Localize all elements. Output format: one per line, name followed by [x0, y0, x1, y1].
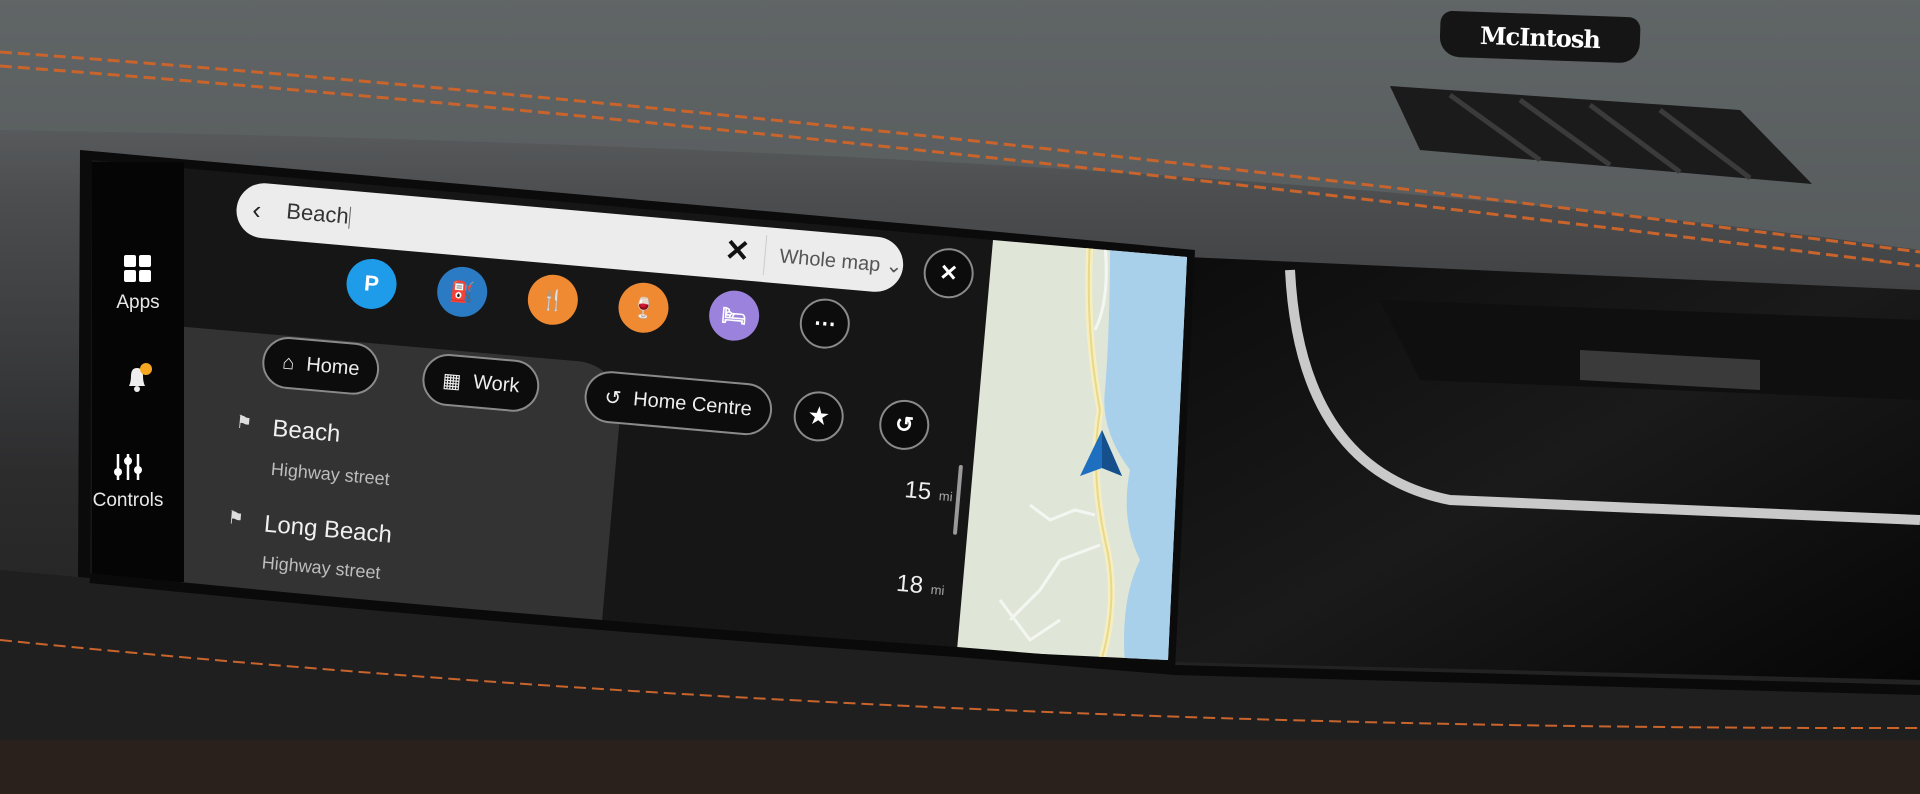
flag-icon: ⚑ [226, 507, 245, 529]
sidebar-item-controls[interactable]: Controls [82, 452, 174, 512]
sidebar-item-notifications[interactable] [92, 362, 184, 400]
scope-dropdown[interactable]: Whole map ⌄ [778, 243, 904, 279]
favorites-button[interactable]: ★ [791, 389, 846, 444]
flag-icon: ⚑ [235, 411, 253, 434]
x-icon[interactable]: ✕ [723, 233, 751, 270]
close-search-button[interactable]: ✕ [921, 246, 976, 301]
chevron-left-icon[interactable]: ‹ [251, 194, 262, 226]
poi-bar-button[interactable]: 🍷 [616, 280, 671, 335]
recent-button[interactable]: ↺ [877, 397, 932, 452]
sidebar-item-label: Apps [116, 292, 160, 313]
more-icon: ⋯ [812, 309, 837, 337]
scope-label: Whole map [778, 245, 882, 277]
shortcut-label: Work [472, 370, 521, 397]
poi-parking-button[interactable]: P [344, 256, 399, 312]
poi-fuel-button[interactable]: ⛽ [435, 264, 490, 319]
shortcut-label: Home Centre [632, 387, 753, 421]
search-screen: ‹ Beach ✕ Whole map ⌄ ✕ P ⛽ 🍴 🍷 🛏 ⋯ ⌂ Hom… [123, 181, 1036, 769]
scrollbar[interactable] [952, 464, 963, 535]
star-icon: ★ [807, 402, 830, 430]
poi-restaurant-button[interactable]: 🍴 [525, 272, 580, 327]
home-icon: ⌂ [281, 351, 296, 374]
chevron-down-icon: ⌄ [884, 254, 904, 279]
restaurant-icon: 🍴 [539, 288, 567, 313]
close-icon: ✕ [938, 259, 959, 286]
sidebar-item-label: Controls [92, 490, 164, 511]
sidebar: Apps Controls [92, 162, 184, 582]
fuel-icon: ⛽ [448, 280, 476, 305]
notification-bell-icon [129, 363, 152, 392]
result-distance: 15 mi [903, 476, 954, 506]
result-distance: 18 mi [895, 569, 946, 600]
shortcut-label: Home [305, 353, 361, 380]
poi-more-button[interactable]: ⋯ [797, 296, 852, 351]
sliders-icon [114, 454, 142, 480]
bar-icon: 🍷 [630, 296, 657, 321]
search-query: Beach [285, 198, 350, 229]
apps-grid-icon [124, 255, 151, 282]
building-icon: ▦ [441, 369, 463, 393]
history-icon: ↺ [603, 386, 623, 410]
mcintosh-logo: McIntosh [1439, 10, 1641, 64]
flag-icon: ⚑ [218, 596, 237, 619]
parking-icon: P [363, 270, 380, 297]
sidebar-item-apps[interactable]: Apps [92, 254, 184, 314]
result-title: Beach [271, 414, 342, 448]
divider [762, 235, 768, 276]
hotel-icon: 🛏 [720, 304, 748, 329]
poi-hotel-button[interactable]: 🛏 [707, 288, 762, 343]
history-icon: ↺ [894, 411, 915, 438]
